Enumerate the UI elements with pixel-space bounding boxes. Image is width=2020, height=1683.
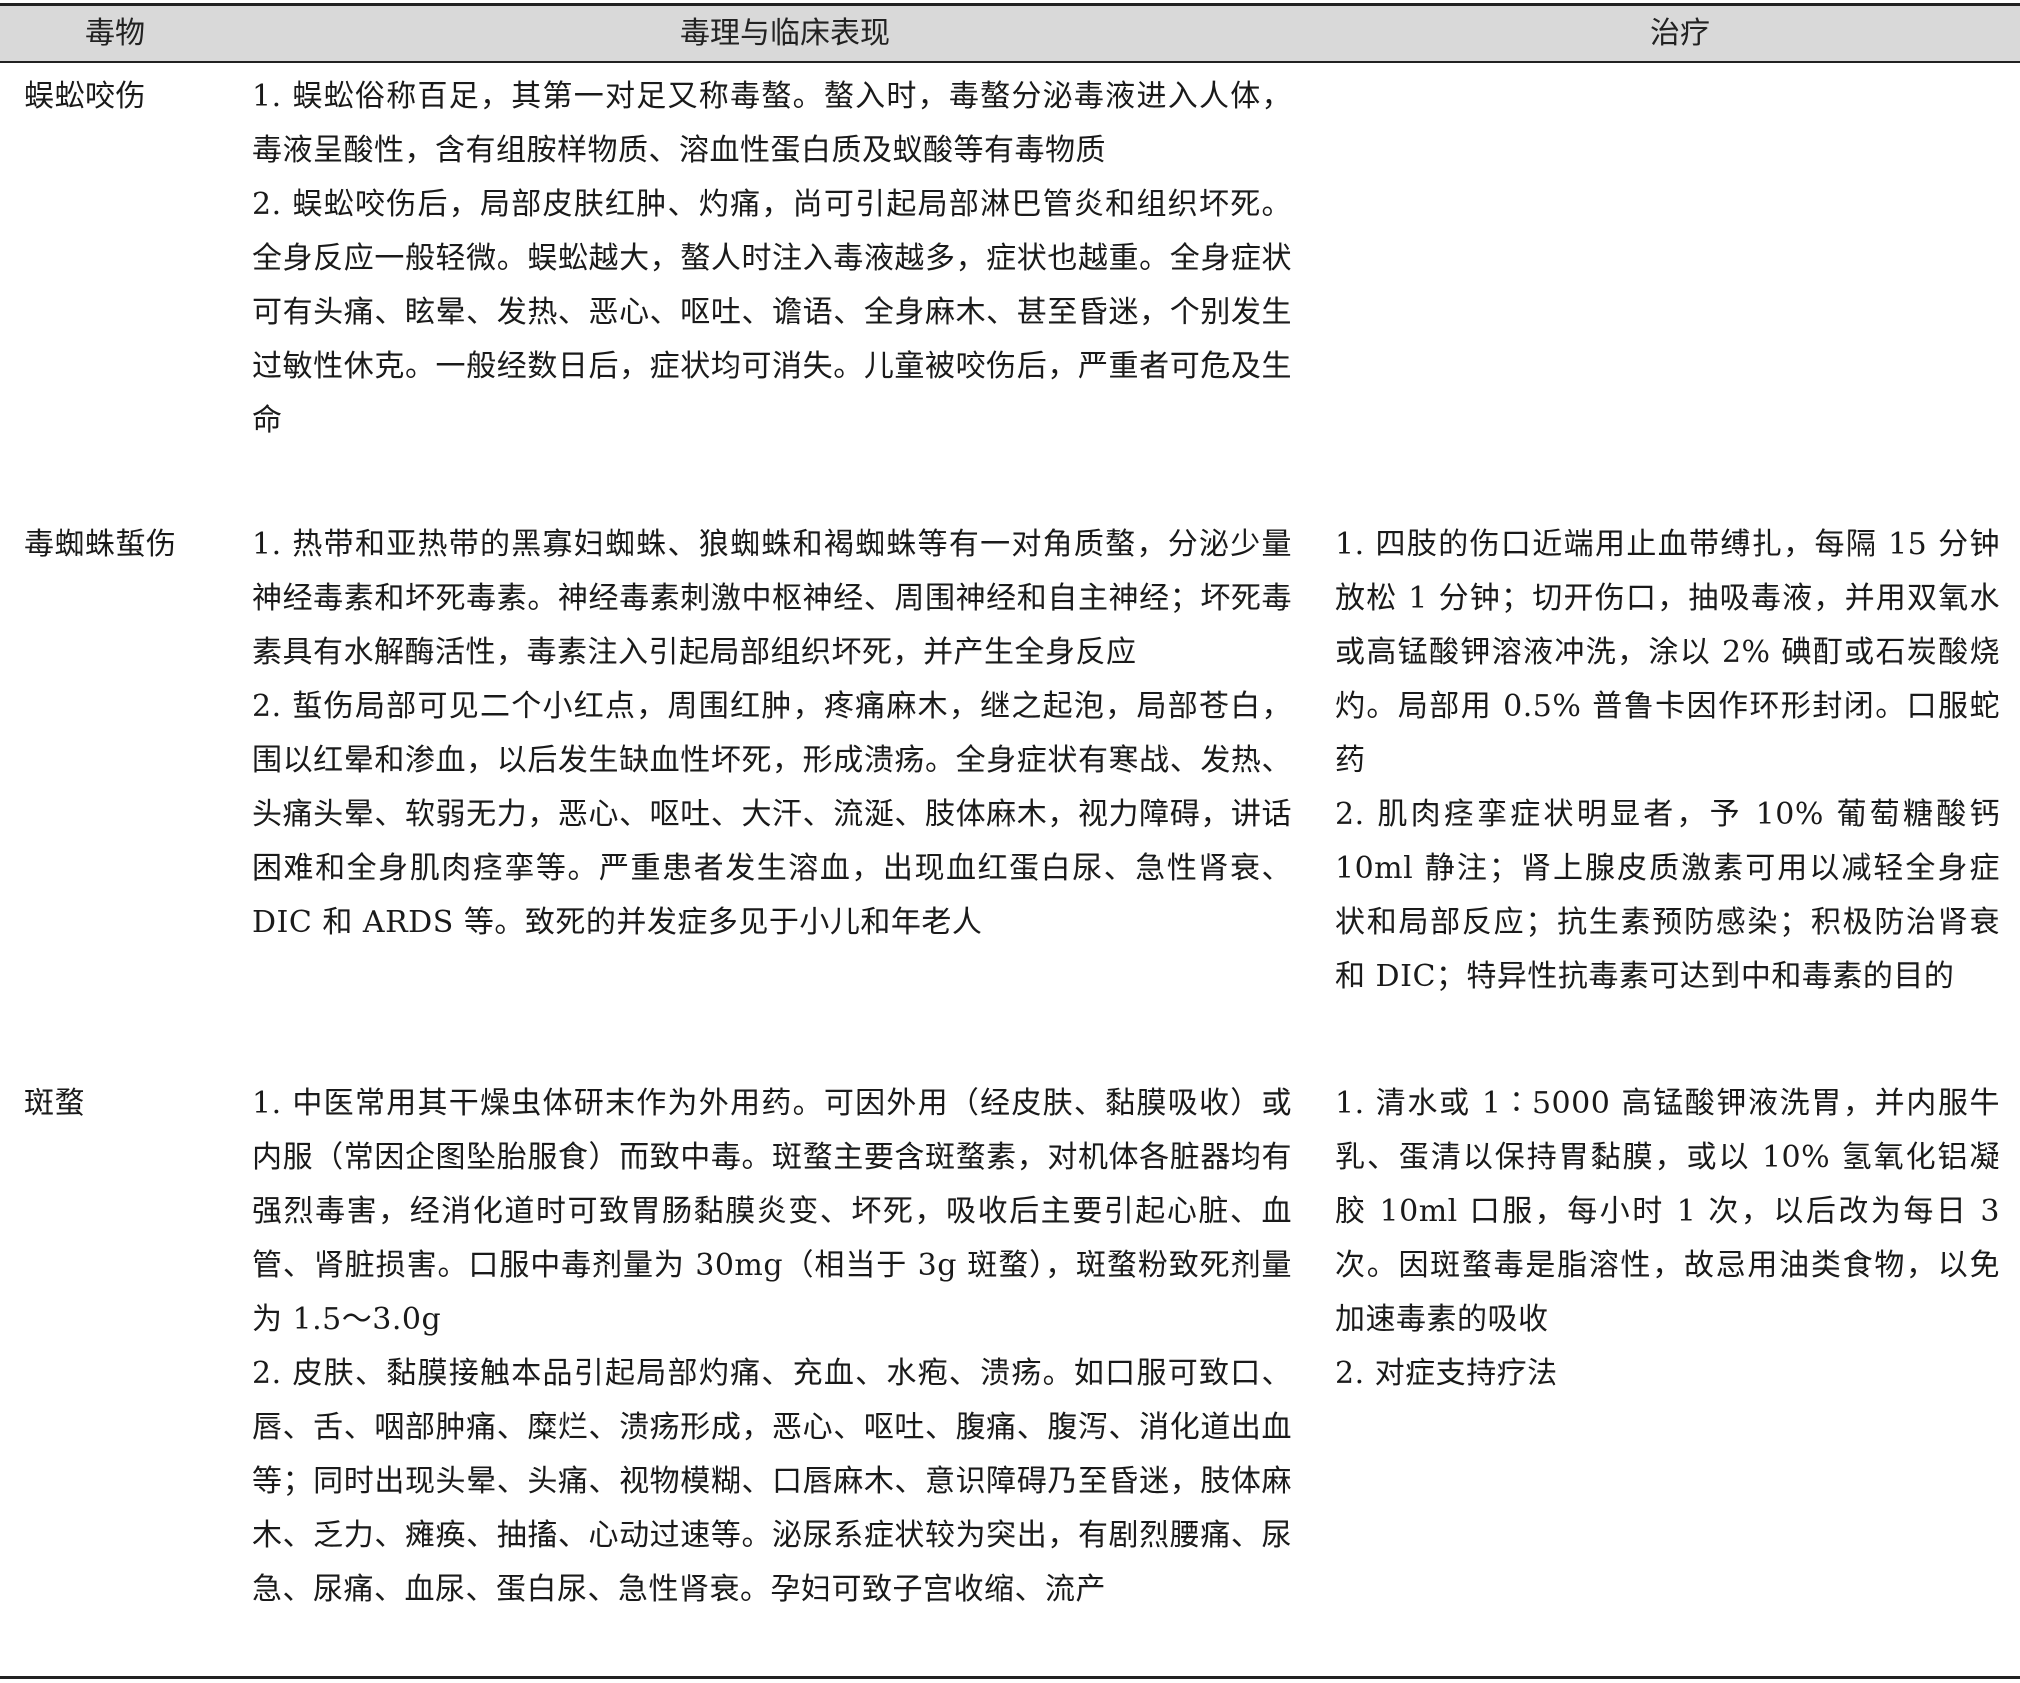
- poison-table: 毒物 毒理与临床表现 治疗 蜈蚣咬伤 1. 蜈蚣俗称百足，其第一对足又称毒螯。螯…: [0, 0, 2020, 1683]
- clinical-paragraph: 2. 蜇伤局部可见二个小红点，周围红肿，疼痛麻木，继之起泡，局部苍白，围以红晕和…: [252, 689, 1292, 940]
- clinical-paragraph: 2. 蜈蚣咬伤后，局部皮肤红肿、灼痛，尚可引起局部淋巴管炎和组织坏死。全身反应一…: [252, 187, 1292, 438]
- clinical-paragraph: 2. 皮肤、黏膜接触本品引起局部灼痛、充血、水疱、溃疡。如口服可致口、唇、舌、咽…: [252, 1356, 1292, 1607]
- treatment-paragraph: 2. 对症支持疗法: [1335, 1356, 1558, 1391]
- clinical-paragraph: 1. 中医常用其干燥虫体研末作为外用药。可因外用（经皮肤、黏膜吸收）或内服（常因…: [252, 1086, 1292, 1337]
- clinical-cell: 1. 热带和亚热带的黑寡妇蜘蛛、狼蜘蛛和褐蜘蛛等有一对角质螯，分泌少量神经毒素和…: [252, 518, 1292, 950]
- header-treatment: 治疗: [1650, 16, 1710, 51]
- table-header-row: 毒物 毒理与临床表现 治疗: [0, 6, 2020, 63]
- poison-name: 斑蝥: [24, 1086, 85, 1121]
- header-clinical: 毒理与临床表现: [680, 16, 890, 51]
- treatment-cell: 1. 四肢的伤口近端用止血带缚扎，每隔 15 分钟放松 1 分钟；切开伤口，抽吸…: [1335, 518, 2000, 1004]
- clinical-paragraph: 1. 蜈蚣俗称百足，其第一对足又称毒螯。螯入时，毒螯分泌毒液进入人体，毒液呈酸性…: [252, 79, 1292, 168]
- poison-name: 蜈蚣咬伤: [24, 79, 146, 114]
- clinical-paragraph: 1. 热带和亚热带的黑寡妇蜘蛛、狼蜘蛛和褐蜘蛛等有一对角质螯，分泌少量神经毒素和…: [252, 527, 1292, 670]
- header-poison: 毒物: [85, 16, 145, 51]
- bottom-rule: [0, 1676, 2020, 1679]
- treatment-paragraph: 2. 肌肉痉挛症状明显者，予 10% 葡萄糖酸钙 10ml 静注；肾上腺皮质激素…: [1335, 797, 2000, 994]
- treatment-paragraph: 1. 四肢的伤口近端用止血带缚扎，每隔 15 分钟放松 1 分钟；切开伤口，抽吸…: [1335, 527, 2000, 778]
- poison-name: 毒蜘蛛蜇伤: [24, 527, 177, 562]
- clinical-cell: 1. 中医常用其干燥虫体研末作为外用药。可因外用（经皮肤、黏膜吸收）或内服（常因…: [252, 1077, 1292, 1617]
- clinical-cell: 1. 蜈蚣俗称百足，其第一对足又称毒螯。螯入时，毒螯分泌毒液进入人体，毒液呈酸性…: [252, 70, 1292, 448]
- treatment-cell: 1. 清水或 1∶5000 高锰酸钾液洗胃，并内服牛乳、蛋清以保持胃黏膜，或以 …: [1335, 1077, 2000, 1401]
- treatment-paragraph: 1. 清水或 1∶5000 高锰酸钾液洗胃，并内服牛乳、蛋清以保持胃黏膜，或以 …: [1335, 1086, 2000, 1337]
